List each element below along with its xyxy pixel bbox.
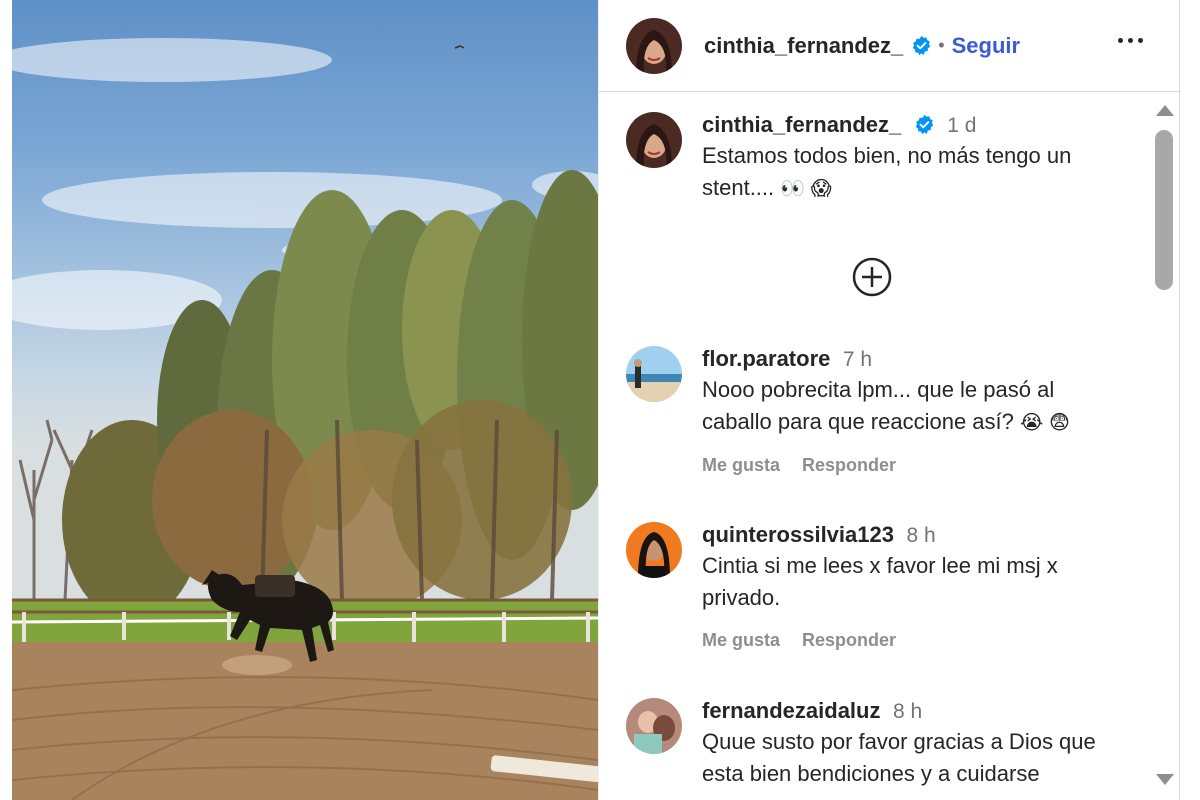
- post-photo: [12, 38, 598, 800]
- author-avatar[interactable]: [626, 17, 682, 74]
- separator-dot: •: [938, 35, 945, 55]
- post-media[interactable]: [12, 0, 598, 800]
- more-horizontal-icon[interactable]: [1113, 28, 1147, 52]
- commenter-username[interactable]: quinterossilvia123: [702, 522, 894, 547]
- post-sidebar: cinthia_fernandez_ • Seguir cinthia_fern…: [598, 0, 1181, 800]
- reply-button[interactable]: Responder: [802, 630, 896, 651]
- comment-actions: Me gusta Responder: [702, 630, 1126, 651]
- commenter-avatar[interactable]: [626, 522, 682, 578]
- comments-list[interactable]: cinthia_fernandez_ 1 d Estamos todos bie…: [599, 92, 1181, 800]
- comment-item: quinterossilvia123 8 h Cintia si me lees…: [626, 522, 1126, 651]
- post-header: cinthia_fernandez_ • Seguir: [599, 0, 1181, 92]
- follow-button[interactable]: Seguir: [952, 33, 1020, 59]
- caption-avatar[interactable]: [626, 112, 682, 168]
- plus-circle-icon[interactable]: [851, 256, 893, 298]
- verified-badge-icon: [913, 35, 931, 56]
- comment-actions: Me gusta Responder: [702, 455, 1126, 476]
- comment-text-content: Nooo pobrecita lpm... que le pasó al cab…: [702, 377, 1055, 434]
- commenter-username[interactable]: flor.paratore: [702, 346, 830, 371]
- commenter-username[interactable]: fernandezaidaluz: [702, 698, 880, 723]
- comment-item: fernandezaidaluz 8 h Quue susto por favo…: [626, 698, 1126, 790]
- comment-time[interactable]: 7 h: [843, 348, 872, 371]
- comment-time[interactable]: 8 h: [893, 700, 922, 723]
- caption-emojis: 👀 😱: [780, 178, 832, 200]
- caption-username[interactable]: cinthia_fernandez_: [702, 112, 901, 137]
- like-button[interactable]: Me gusta: [702, 455, 780, 476]
- verified-badge-icon: [915, 114, 933, 135]
- comment-text: Nooo pobrecita lpm... que le pasó al cab…: [702, 374, 1126, 439]
- scroll-up-arrow-icon[interactable]: [1153, 102, 1177, 118]
- commenter-avatar[interactable]: [626, 698, 682, 754]
- comment-time[interactable]: 8 h: [906, 524, 935, 547]
- reply-button[interactable]: Responder: [802, 455, 896, 476]
- caption: cinthia_fernandez_ 1 d Estamos todos bie…: [626, 112, 1126, 205]
- scroll-down-arrow-icon[interactable]: [1153, 772, 1177, 788]
- caption-time[interactable]: 1 d: [947, 114, 976, 137]
- comment-emojis: 😭 😨: [1020, 412, 1070, 434]
- comment-item: flor.paratore 7 h Nooo pobrecita lpm... …: [626, 346, 1126, 476]
- like-button[interactable]: Me gusta: [702, 630, 780, 651]
- author-username[interactable]: cinthia_fernandez_: [704, 33, 903, 59]
- caption-text: Estamos todos bien, no más tengo un sten…: [702, 140, 1126, 205]
- commenter-avatar[interactable]: [626, 346, 682, 402]
- comment-text: Cintia si me lees x favor lee mi msj x p…: [702, 553, 1058, 610]
- scrollbar-thumb[interactable]: [1155, 130, 1173, 290]
- comment-text: Quue susto por favor gracias a Dios que …: [702, 729, 1096, 786]
- caption-text-content: Estamos todos bien, no más tengo un sten…: [702, 143, 1072, 200]
